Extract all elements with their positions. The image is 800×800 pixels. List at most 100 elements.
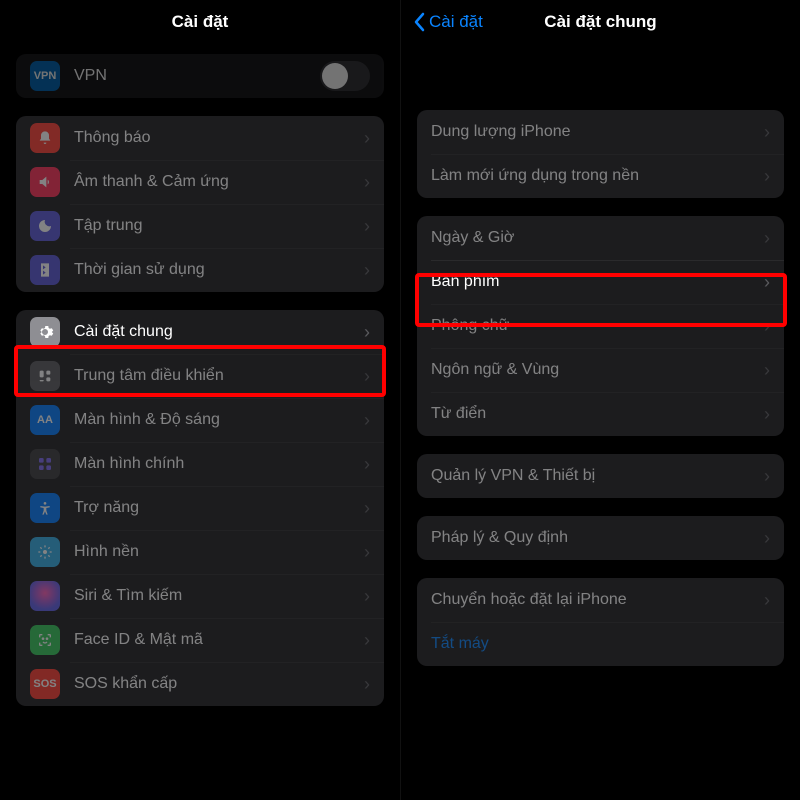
row-shutdown[interactable]: Tắt máy bbox=[417, 622, 784, 666]
chevron-right-icon: › bbox=[364, 217, 370, 235]
row-label: SOS khẩn cấp bbox=[74, 675, 356, 693]
row-label: Cài đặt chung bbox=[74, 323, 356, 341]
row-label: Face ID & Mật mã bbox=[74, 631, 356, 649]
control-center-icon bbox=[30, 361, 60, 391]
accessibility-icon bbox=[30, 493, 60, 523]
row-vpn[interactable]: VPN VPN bbox=[16, 54, 384, 98]
chevron-right-icon: › bbox=[364, 411, 370, 429]
row-label: Bàn phím bbox=[431, 273, 756, 291]
focus-icon bbox=[30, 211, 60, 241]
vpn-toggle[interactable] bbox=[320, 61, 370, 91]
row-label: Hình nền bbox=[74, 543, 356, 561]
home-screen-icon bbox=[30, 449, 60, 479]
chevron-right-icon: › bbox=[364, 543, 370, 561]
navbar: Cài đặt bbox=[0, 0, 400, 44]
row-iphone-storage[interactable]: Dung lượng iPhone › bbox=[417, 110, 784, 154]
row-siri-search[interactable]: Siri & Tìm kiếm› bbox=[16, 574, 384, 618]
row-accessibility[interactable]: Trợ năng› bbox=[16, 486, 384, 530]
general-pane: Cài đặt Cài đặt chung Dung lượng iPhone ›… bbox=[400, 0, 800, 800]
notifications-icon bbox=[30, 123, 60, 153]
row-date-time[interactable]: Ngày & Giờ › bbox=[417, 216, 784, 260]
row-label: Từ điển bbox=[431, 405, 756, 423]
general-icon bbox=[30, 317, 60, 347]
chevron-right-icon: › bbox=[764, 229, 770, 247]
chevron-right-icon: › bbox=[364, 173, 370, 191]
back-label: Cài đặt bbox=[429, 12, 483, 32]
display-brightness-icon: AA bbox=[30, 405, 60, 435]
chevron-right-icon: › bbox=[364, 675, 370, 693]
group-storage: Dung lượng iPhone›Làm mới ứng dụng trong… bbox=[417, 110, 784, 198]
row-wallpaper[interactable]: Hình nền › bbox=[16, 530, 384, 574]
row-label: Siri & Tìm kiếm bbox=[74, 587, 356, 605]
row-focus[interactable]: Tập trung › bbox=[16, 204, 384, 248]
row-label: Thời gian sử dụng bbox=[74, 261, 356, 279]
row-label: Màn hình & Độ sáng bbox=[74, 411, 356, 429]
chevron-right-icon: › bbox=[364, 323, 370, 341]
row-label: Pháp lý & Quy định bbox=[431, 529, 756, 547]
back-button[interactable]: Cài đặt bbox=[413, 12, 483, 32]
row-keyboard[interactable]: Bàn phím › bbox=[417, 260, 784, 304]
row-label: Tập trung bbox=[74, 217, 356, 235]
spacer bbox=[401, 44, 800, 92]
emergency-sos-icon: SOS bbox=[30, 669, 60, 699]
siri-search-icon bbox=[30, 581, 60, 611]
row-legal-regulatory[interactable]: Pháp lý & Quy định › bbox=[417, 516, 784, 560]
chevron-right-icon: › bbox=[364, 631, 370, 649]
row-control-center[interactable]: Trung tâm điều khiển › bbox=[16, 354, 384, 398]
row-language-region[interactable]: Ngôn ngữ & Vùng › bbox=[417, 348, 784, 392]
chevron-right-icon: › bbox=[764, 273, 770, 291]
row-vpn-device-mgmt[interactable]: Quản lý VPN & Thiết bị › bbox=[417, 454, 784, 498]
chevron-right-icon: › bbox=[364, 261, 370, 279]
row-emergency-sos[interactable]: SOS SOS khẩn cấp › bbox=[16, 662, 384, 706]
row-label: Âm thanh & Cảm ứng bbox=[74, 173, 356, 191]
chevron-right-icon: › bbox=[764, 361, 770, 379]
row-dictionary[interactable]: Từ điển › bbox=[417, 392, 784, 436]
row-label: Ngày & Giờ bbox=[431, 229, 756, 247]
row-label: Chuyển hoặc đặt lại iPhone bbox=[431, 591, 756, 609]
chevron-right-icon: › bbox=[764, 591, 770, 609]
chevron-right-icon: › bbox=[764, 405, 770, 423]
chevron-right-icon: › bbox=[764, 529, 770, 547]
group-general: Cài đặt chung › Trung tâm điều khiển › AA Màn… bbox=[16, 310, 384, 706]
row-screen-time[interactable]: Thời gian sử dụng › bbox=[16, 248, 384, 292]
chevron-right-icon: › bbox=[764, 123, 770, 141]
row-label: Ngôn ngữ & Vùng bbox=[431, 361, 756, 379]
row-transfer-reset[interactable]: Chuyển hoặc đặt lại iPhone › bbox=[417, 578, 784, 622]
chevron-right-icon: › bbox=[364, 455, 370, 473]
navbar-title: Cài đặt chung bbox=[544, 12, 656, 32]
row-label: Phông chữ bbox=[431, 317, 756, 335]
group-vpn-device: Quản lý VPN & Thiết bị › bbox=[417, 454, 784, 498]
row-face-id[interactable]: Face ID & Mật mã › bbox=[16, 618, 384, 662]
chevron-right-icon: › bbox=[764, 167, 770, 185]
row-label: Thông báo bbox=[74, 129, 356, 147]
wallpaper-icon bbox=[30, 537, 60, 567]
row-label: Dung lượng iPhone bbox=[431, 123, 756, 141]
screen-time-icon bbox=[30, 255, 60, 285]
row-label: Màn hình chính bbox=[74, 455, 356, 473]
row-label: Trung tâm điều khiển bbox=[74, 367, 356, 385]
row-label: VPN bbox=[74, 67, 320, 85]
row-general[interactable]: Cài đặt chung › bbox=[16, 310, 384, 354]
row-background-app-refresh[interactable]: Làm mới ứng dụng trong nền › bbox=[417, 154, 784, 198]
sound-haptics-icon bbox=[30, 167, 60, 197]
row-label: Trợ năng bbox=[74, 499, 356, 517]
row-display-brightness[interactable]: AA Màn hình & Độ sáng › bbox=[16, 398, 384, 442]
row-sound-haptics[interactable]: Âm thanh & Cảm ứng › bbox=[16, 160, 384, 204]
row-home-screen[interactable]: Màn hình chính › bbox=[16, 442, 384, 486]
row-label: Làm mới ứng dụng trong nền bbox=[431, 167, 756, 185]
row-label: Tắt máy bbox=[431, 635, 770, 653]
chevron-right-icon: › bbox=[364, 367, 370, 385]
chevron-right-icon: › bbox=[764, 467, 770, 485]
toggle-knob bbox=[322, 63, 348, 89]
group-locale: Ngày & Giờ›Bàn phím›Phông chữ›Ngôn ngữ &… bbox=[417, 216, 784, 436]
group-notifications: Thông báo›Âm thanh & Cảm ứng›Tập trung›T… bbox=[16, 116, 384, 292]
group-reset: Chuyển hoặc đặt lại iPhone › Tắt máy bbox=[417, 578, 784, 666]
group-legal: Pháp lý & Quy định › bbox=[417, 516, 784, 560]
row-fonts[interactable]: Phông chữ› bbox=[417, 304, 784, 348]
navbar-title: Cài đặt bbox=[172, 12, 229, 32]
row-notifications[interactable]: Thông báo› bbox=[16, 116, 384, 160]
group-vpn: VPN VPN bbox=[16, 54, 384, 98]
settings-pane: Cài đặt VPN VPN Thông báo›Âm thanh & Cảm… bbox=[0, 0, 400, 800]
face-id-icon bbox=[30, 625, 60, 655]
row-label: Quản lý VPN & Thiết bị bbox=[431, 467, 756, 485]
